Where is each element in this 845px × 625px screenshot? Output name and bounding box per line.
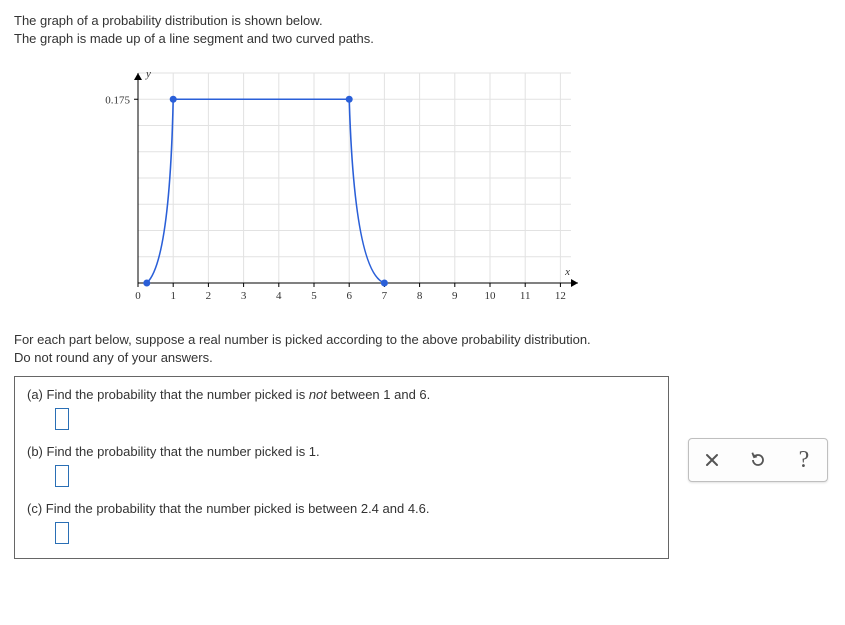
reset-icon[interactable] — [740, 444, 776, 476]
svg-text:0: 0 — [135, 290, 141, 302]
questions-intro: For each part below, suppose a real numb… — [14, 331, 831, 366]
svg-text:12: 12 — [555, 290, 566, 302]
svg-text:1: 1 — [170, 290, 176, 302]
prompt-line-2: The graph is made up of a line segment a… — [14, 30, 831, 48]
svg-text:x: x — [564, 266, 570, 278]
svg-text:3: 3 — [241, 290, 247, 302]
svg-text:5: 5 — [311, 290, 317, 302]
question-box: (a) Find the probability that the number… — [14, 376, 669, 559]
svg-text:y: y — [145, 68, 151, 80]
close-icon[interactable] — [694, 444, 730, 476]
problem-statement: The graph of a probability distribution … — [14, 12, 831, 47]
svg-text:0.175: 0.175 — [105, 94, 130, 106]
part-b-label: (b) Find the probability that the number… — [27, 444, 656, 459]
svg-text:2: 2 — [206, 290, 212, 302]
probability-graph: 01234567891011120.175yx — [98, 53, 831, 313]
svg-text:6: 6 — [346, 290, 352, 302]
part-c-label: (c) Find the probability that the number… — [27, 501, 656, 516]
svg-text:7: 7 — [382, 290, 388, 302]
svg-text:4: 4 — [276, 290, 282, 302]
part-b-input[interactable] — [55, 465, 69, 487]
prompt-line-1: The graph of a probability distribution … — [14, 12, 831, 30]
svg-text:11: 11 — [520, 290, 531, 302]
chart-svg: 01234567891011120.175yx — [98, 53, 598, 313]
intro-line-2: Do not round any of your answers. — [14, 349, 831, 367]
intro-line-1: For each part below, suppose a real numb… — [14, 331, 831, 349]
part-c-input[interactable] — [55, 522, 69, 544]
svg-text:8: 8 — [417, 290, 423, 302]
svg-text:9: 9 — [452, 290, 458, 302]
part-a-label: (a) Find the probability that the number… — [27, 387, 656, 402]
part-a-input[interactable] — [55, 408, 69, 430]
help-icon[interactable]: ? — [786, 444, 822, 476]
svg-text:10: 10 — [485, 290, 497, 302]
action-toolbox: ? — [688, 438, 828, 482]
